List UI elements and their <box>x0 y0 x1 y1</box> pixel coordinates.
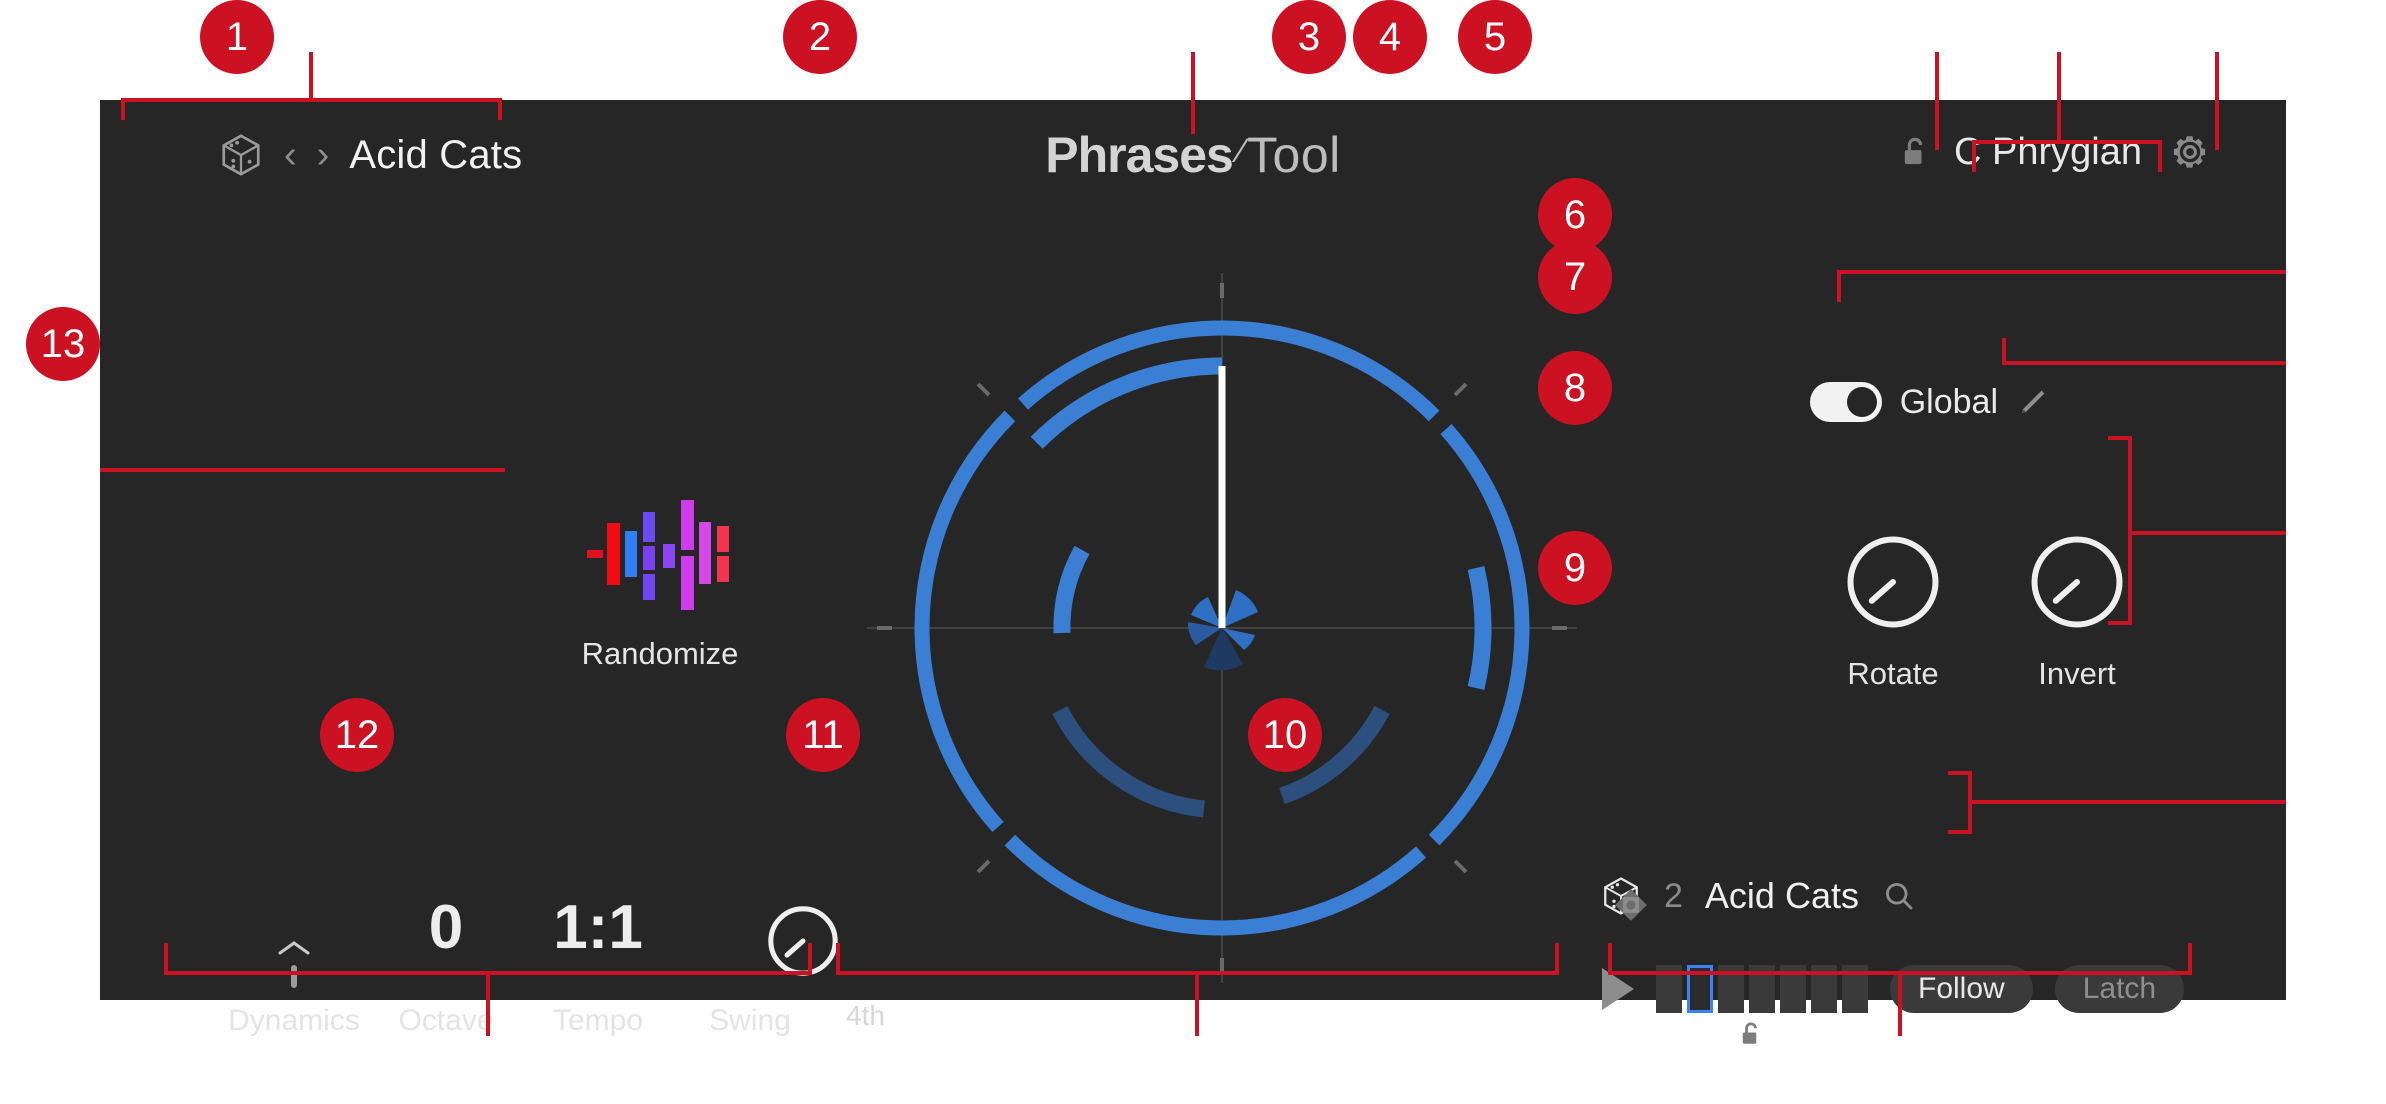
step-cell[interactable] <box>1842 965 1868 1013</box>
pencil-icon[interactable] <box>2016 385 2050 419</box>
plugin-panel: ‹ › Acid Cats Phrases ⁄Tool C Phrygian G… <box>100 100 2286 1044</box>
app-title-separator: ⁄ <box>1238 132 1246 170</box>
callout-number-1: 1 <box>200 0 274 74</box>
step-cell[interactable] <box>1811 965 1837 1013</box>
swing-label: Swing <box>709 1004 791 1037</box>
scale-name[interactable]: C Phrygian <box>1954 131 2142 174</box>
step-cell[interactable] <box>1780 965 1806 1013</box>
octave-label: Octave <box>398 1004 494 1037</box>
rotate-knob[interactable] <box>1843 532 1943 632</box>
swing-knob[interactable] <box>764 902 842 980</box>
unlocked-padlock-icon[interactable] <box>1740 1022 1762 1046</box>
transform-knob-group: Rotate Invert <box>1834 532 2136 692</box>
invert-knob[interactable] <box>2027 532 2127 632</box>
search-icon[interactable] <box>1881 878 1917 914</box>
callout-number-7: 7 <box>1538 240 1612 314</box>
randomize-label: Randomize <box>581 636 739 671</box>
callout-number-11: 11 <box>786 698 860 772</box>
step-cell[interactable] <box>1749 965 1775 1013</box>
rotate-knob-cell: Rotate <box>1834 532 1952 692</box>
app-title-light: Tool <box>1247 127 1341 183</box>
unlocked-padlock-icon[interactable] <box>1902 137 1928 167</box>
global-label: Global <box>1899 382 1998 421</box>
invert-knob-cell: Invert <box>2018 532 2136 692</box>
callout-number-3: 3 <box>1272 0 1346 74</box>
randomize-control[interactable]: Randomize <box>520 500 800 672</box>
bottom-left-controls: Dynamics 0 Octave 1:1 Tempo 4th Swing <box>218 870 885 1038</box>
panel-header: ‹ › Acid Cats Phrases ⁄Tool C Phrygian <box>100 100 2286 210</box>
callout-number-9: 9 <box>1538 531 1612 605</box>
octave-control[interactable]: 0 Octave <box>370 870 522 1038</box>
swing-value: 4th <box>846 1000 885 1031</box>
tempo-control[interactable]: 1:1 Tempo <box>522 870 674 1038</box>
callout-number-13: 13 <box>26 307 100 381</box>
tempo-value[interactable]: 1:1 <box>522 870 674 986</box>
callout-number-4: 4 <box>1353 0 1427 74</box>
callout-number-2: 2 <box>783 0 857 74</box>
randomize-bars-icon[interactable] <box>587 500 733 610</box>
follow-button[interactable]: Follow <box>1890 965 2033 1013</box>
callout-number-12: 12 <box>320 698 394 772</box>
step-cell[interactable] <box>1718 965 1744 1013</box>
app-title-bold: Phrases <box>1045 127 1234 183</box>
dynamics-label: Dynamics <box>228 1004 360 1037</box>
gear-icon[interactable] <box>2168 130 2212 174</box>
octave-value[interactable]: 0 <box>370 870 522 986</box>
global-toggle[interactable] <box>1809 382 1882 422</box>
toggle-knob <box>1846 387 1877 417</box>
header-right-group: C Phrygian <box>1902 130 2212 174</box>
dynamics-slider[interactable] <box>291 965 297 988</box>
rotate-knob-label: Rotate <box>1847 656 1939 691</box>
invert-knob-label: Invert <box>2038 656 2116 691</box>
chevron-up-icon[interactable] <box>274 938 314 958</box>
callout-number-5: 5 <box>1458 0 1532 74</box>
global-toggle-row: Global <box>1809 382 2050 422</box>
callout-number-10: 10 <box>1248 698 1322 772</box>
dynamics-control: Dynamics <box>218 938 370 1038</box>
tempo-label: Tempo <box>552 1004 644 1037</box>
phrase-name[interactable]: Acid Cats <box>1705 875 1859 917</box>
callout-number-8: 8 <box>1538 351 1612 425</box>
swing-control: 4th Swing <box>674 906 885 1038</box>
screenshot-root: ‹ › Acid Cats Phrases ⁄Tool C Phrygian G… <box>0 0 2386 1104</box>
center-locate-icon[interactable] <box>1612 886 1650 924</box>
latch-button[interactable]: Latch <box>2054 965 2185 1013</box>
